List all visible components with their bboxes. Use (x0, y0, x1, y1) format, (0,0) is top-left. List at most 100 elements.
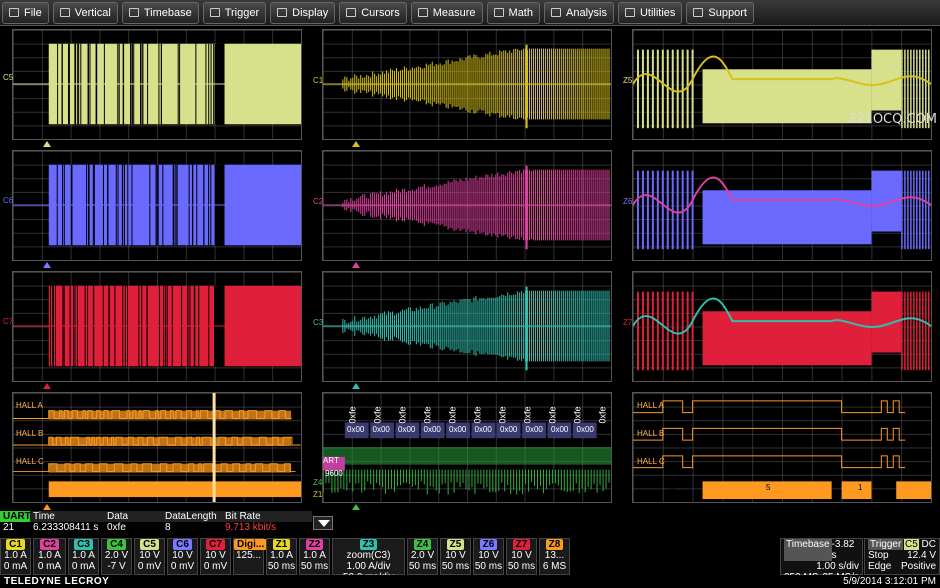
channel-descriptor-z2[interactable]: Z2 1.0 A 50 ms (299, 538, 330, 575)
file-icon (9, 8, 19, 17)
trigger-marker-c3[interactable] (352, 383, 360, 389)
expand-table-button[interactable] (313, 516, 333, 530)
trace-label-c7: C7 (3, 317, 14, 326)
trigger-type: Edge (868, 561, 892, 572)
zoom-pulse (928, 170, 930, 250)
channel-tag: Z7 (512, 539, 531, 550)
grid-c5[interactable] (12, 29, 302, 140)
channel-value: 10 V (205, 550, 226, 561)
datetime: 5/9/2014 3:12:01 PM (843, 576, 936, 587)
menu-math-button[interactable]: Math (486, 1, 540, 24)
menu-label: File (24, 6, 42, 19)
channel-value: 6 MS (542, 561, 567, 572)
trigger-marker-c2[interactable] (352, 262, 360, 268)
trigger-marker-c1[interactable] (352, 141, 360, 147)
zoom-pulse (641, 170, 644, 250)
menu-display-button[interactable]: Display (270, 1, 336, 24)
hall-label-zoom: HALL A (637, 401, 664, 410)
trigger-descriptor[interactable]: Trigger C5 DC Stop 12.4 V Edge Positive (864, 538, 940, 575)
zoom-pulse (925, 170, 927, 250)
menu-utilities-button[interactable]: Utilities (617, 1, 683, 24)
channel-descriptor-c7[interactable]: C7 10 V0 mV (200, 538, 231, 575)
channel-descriptor-z8[interactable]: Z8 13... 6 MS (539, 538, 570, 575)
channel-descriptor-z3[interactable]: Z3zoom(C3)1.00 A/div50.0 ms/div (332, 538, 405, 583)
menu-label: Cursors (361, 6, 400, 19)
menu-cursors-button[interactable]: Cursors (339, 1, 407, 24)
hall-label-zoom: HALL B (637, 429, 665, 438)
zoom-pulse (922, 170, 924, 250)
channel-descriptor-digi[interactable]: Digi... 125... (233, 538, 268, 575)
channel-value: zoom(C3) (346, 550, 391, 561)
menu-label: Utilities (639, 6, 676, 19)
zoom-pulse (910, 291, 912, 371)
channel-descriptor-c5[interactable]: C5 10 V0 mV (134, 538, 165, 575)
grid-digital[interactable] (12, 392, 302, 503)
zoom-pulse (681, 170, 684, 250)
channel-descriptor-z5[interactable]: Z5 10 V 50 ms (440, 538, 471, 575)
zoom-pulse (691, 170, 694, 250)
zoom-pulse (686, 291, 689, 371)
hall-trace (633, 400, 906, 414)
zoom-pulse (651, 291, 654, 371)
zoom-pulse (681, 291, 684, 371)
grid-z6[interactable] (632, 150, 932, 261)
menu-file-button[interactable]: File (2, 1, 49, 24)
grid-c6[interactable] (12, 150, 302, 261)
decode-byte: 0xfe (497, 406, 508, 424)
channel-descriptor-c4[interactable]: C4 2.0 V -7 V (101, 538, 132, 575)
decode-table[interactable]: UART Time Data DataLength Bit Rate 21 6.… (0, 511, 312, 537)
timebase-descriptor[interactable]: Timebase-3.82 s 1.00 s/div 250 MS25 MS/s (780, 538, 863, 583)
trigger-marker-digital[interactable] (43, 504, 51, 510)
channel-value: -7 V (107, 561, 126, 572)
channel-value: 50 ms (267, 561, 296, 572)
waveform-canvas (323, 44, 611, 129)
menu-label: Support (708, 6, 747, 19)
menu-trigger-button[interactable]: Trigger (202, 1, 267, 24)
grid-c1[interactable] (322, 29, 612, 140)
menu-timebase-button[interactable]: Timebase (121, 1, 199, 24)
channel-descriptor-z4[interactable]: Z4 2.0 V 50 ms (407, 538, 438, 575)
grid-z8-digital[interactable]: HALL A HALL B HALL C 5 5 1 (632, 392, 932, 503)
decode-byte: 0xfe (447, 406, 458, 424)
uart-tag[interactable]: UART (0, 511, 31, 522)
trigger-marker-c7[interactable] (43, 383, 51, 389)
grid-c3[interactable] (322, 271, 612, 382)
channel-descriptor-z7[interactable]: Z7 10 V 50 ms (506, 538, 537, 575)
zoom-block (702, 69, 872, 124)
hall-block (48, 410, 292, 420)
channel-value: 50 ms (408, 561, 437, 572)
zoom-pulse (913, 170, 915, 250)
menu-measure-button[interactable]: Measure (410, 1, 483, 24)
row-time: 6.233308411 s (33, 522, 99, 533)
channel-value: 10 V (172, 550, 193, 561)
menu-analysis-button[interactable]: Analysis (544, 1, 614, 24)
zoom-pulse (666, 49, 669, 129)
grid-z7[interactable] (632, 271, 932, 382)
trigger-marker-c6[interactable] (43, 262, 51, 268)
menu-support-button[interactable]: Support (686, 1, 754, 24)
col-bitrate: Bit Rate (225, 511, 261, 522)
channel-descriptor-c6[interactable]: C6 10 V0 mV (167, 538, 198, 575)
trigger-marker-c5[interactable] (43, 141, 51, 147)
grid-c7[interactable] (12, 271, 302, 382)
channel-descriptor-c2[interactable]: C2 1.0 A0 mA (33, 538, 66, 575)
table-row[interactable]: 21 6.233308411 s 0xfe 8 9.713 kbit/s (0, 522, 312, 534)
grid-c2[interactable] (322, 150, 612, 261)
footer: TELEDYNE LECROY 5/9/2014 3:12:01 PM (0, 575, 940, 588)
channel-value: 1.00 A/div (346, 561, 391, 572)
waveform-canvas (13, 43, 301, 125)
menu-vertical-button[interactable]: Vertical (52, 1, 118, 24)
channel-value: 0 mV (170, 561, 195, 572)
channel-descriptor-c1[interactable]: C1 1.0 A0 mA (0, 538, 31, 575)
channel-descriptor-c3[interactable]: C3 1.0 A0 mA (68, 538, 99, 575)
motor-bus (896, 481, 931, 500)
decode-byte: 0xfe (472, 406, 483, 424)
channel-descriptor-z1[interactable]: Z1 1.0 A 50 ms (266, 538, 297, 575)
analysis-icon (551, 8, 561, 17)
waveform-canvas (323, 165, 611, 250)
channel-descriptor-z6[interactable]: Z6 10 V 50 ms (473, 538, 504, 575)
grid-uart-decode[interactable]: 0xfe 0xfe 0xfe 0xfe 0xfe 0xfe 0xfe 0xfe 0xfe 0xfe… (322, 392, 612, 503)
uart-baud: 9600 (325, 469, 343, 478)
zoom-pulse (636, 49, 639, 129)
trigger-marker-decode[interactable] (352, 504, 360, 510)
